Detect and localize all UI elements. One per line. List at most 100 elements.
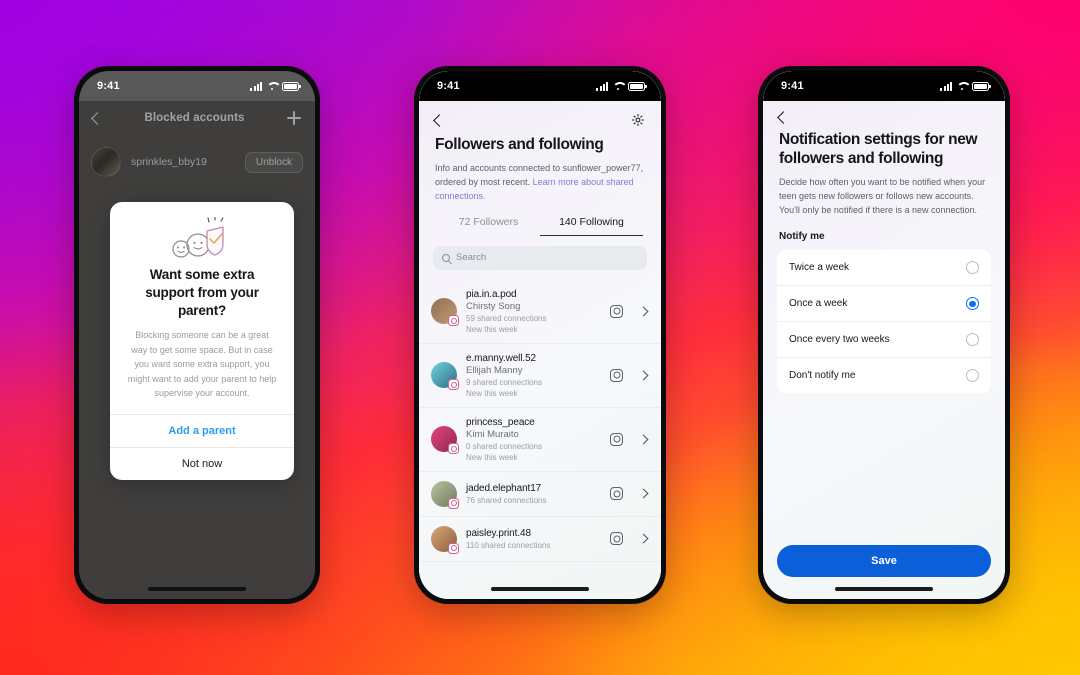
instagram-badge-icon	[448, 315, 459, 327]
list-item[interactable]: e.manny.well.52 Ellijah Manny 9 shared c…	[419, 344, 661, 408]
not-now-button[interactable]: Not now	[110, 447, 294, 480]
search-icon	[442, 253, 450, 262]
chevron-right-icon[interactable]	[638, 434, 649, 445]
dialog-body-text: Blocking someone can be a great way to g…	[127, 330, 277, 398]
phone-followers-and-following: Followers and following Info and account…	[414, 66, 666, 604]
add-a-parent-button[interactable]: Add a parent	[110, 414, 294, 447]
account-username: pia.in.a.pod	[466, 288, 517, 300]
chevron-right-icon[interactable]	[638, 370, 649, 381]
back-chevron-icon[interactable]	[777, 111, 790, 124]
radio-button[interactable]	[966, 369, 979, 383]
section-label: Notify me	[779, 231, 825, 243]
instagram-icon	[610, 304, 623, 318]
tab-followers[interactable]: 72 Followers	[437, 216, 540, 236]
page-subtitle: Decide how often you want to be notified…	[779, 176, 986, 216]
new-this-week-note: New this week	[466, 388, 518, 398]
option-dont-notify-me[interactable]: Don't notify me	[777, 358, 991, 393]
wifi-icon	[266, 82, 278, 91]
instagram-icon	[610, 487, 623, 501]
shared-connections: 0 shared connections	[466, 441, 543, 451]
tab-bar: 72 Followers 140 Following	[419, 216, 661, 236]
radio-button-selected[interactable]	[966, 297, 979, 311]
avatar	[431, 525, 459, 554]
cellular-signal-icon	[250, 81, 262, 91]
option-once-every-two-weeks[interactable]: Once every two weeks	[777, 322, 991, 359]
phone-blocked-accounts: 9:41 Blocked accounts sprinkles_bby19 Un…	[74, 66, 320, 604]
status-bar: 9:41	[419, 71, 661, 101]
account-username: jaded.elephant17	[466, 482, 542, 494]
poster-stage: 9:41 Blocked accounts sprinkles_bby19 Un…	[0, 0, 1080, 675]
avatar	[431, 298, 459, 327]
option-once-a-week[interactable]: Once a week	[777, 286, 991, 323]
account-info: princess_peace Kimi Muraito 0 shared con…	[466, 417, 601, 462]
instagram-icon	[610, 532, 623, 546]
shared-connections: 9 shared connections	[466, 377, 543, 387]
page-title: Notification settings for new followers …	[779, 131, 978, 167]
home-indicator	[491, 587, 589, 591]
status-time: 9:41	[97, 80, 120, 92]
top-bar	[419, 101, 661, 131]
list-item[interactable]: princess_peace Kimi Muraito 0 shared con…	[419, 408, 661, 472]
chevron-right-icon[interactable]	[638, 533, 649, 544]
account-username: paisley.print.48	[466, 527, 531, 539]
instagram-icon	[610, 368, 623, 382]
tab-following[interactable]: 140 Following	[540, 216, 643, 236]
gear-icon[interactable]	[631, 113, 645, 127]
phone-notification-settings: Notification settings for new followers …	[758, 66, 1010, 604]
back-chevron-icon[interactable]	[433, 113, 446, 127]
status-icons	[596, 81, 647, 91]
option-label: Twice a week	[789, 262, 850, 274]
option-label: Once a week	[789, 298, 848, 310]
notification-settings-page: Notification settings for new followers …	[763, 71, 1005, 599]
battery-icon	[972, 81, 991, 91]
list-item[interactable]: paisley.print.48 110 shared connections	[419, 517, 661, 562]
notify-frequency-options: Twice a week Once a week Once every two …	[777, 250, 991, 394]
option-twice-a-week[interactable]: Twice a week	[777, 250, 991, 287]
status-icons	[250, 81, 301, 91]
account-list: pia.in.a.pod Chirsty Song 59 shared conn…	[419, 280, 661, 562]
dialog-body: Want some extra support from your parent…	[110, 202, 294, 414]
page-subtitle: Info and accounts connected to sunflower…	[419, 155, 661, 204]
status-icons	[940, 81, 991, 91]
battery-icon	[628, 81, 647, 91]
option-label: Once every two weeks	[789, 334, 890, 346]
faces-with-shield-icon	[126, 216, 278, 262]
home-indicator	[835, 587, 933, 591]
status-time: 9:41	[437, 80, 460, 92]
option-label: Don't notify me	[789, 370, 856, 382]
account-username: princess_peace	[466, 416, 535, 428]
account-fullname: Ellijah Manny	[466, 364, 523, 376]
phone2-screen: Followers and following Info and account…	[419, 71, 661, 599]
new-this-week-note: New this week	[466, 452, 518, 462]
chevron-right-icon[interactable]	[638, 306, 649, 317]
account-info: paisley.print.48 110 shared connections	[466, 528, 601, 550]
status-bar: 9:41	[763, 71, 1005, 101]
shared-connections: 76 shared connections	[466, 495, 547, 505]
cellular-signal-icon	[596, 81, 608, 91]
wifi-icon	[956, 82, 968, 91]
list-item[interactable]: pia.in.a.pod Chirsty Song 59 shared conn…	[419, 280, 661, 344]
battery-icon	[282, 81, 301, 91]
avatar	[431, 362, 459, 391]
instagram-badge-icon	[448, 443, 459, 455]
account-username: e.manny.well.52	[466, 352, 537, 364]
avatar	[431, 480, 459, 509]
account-fullname: Kimi Muraito	[466, 428, 519, 440]
page-title: Followers and following	[435, 136, 604, 153]
radio-button[interactable]	[966, 261, 979, 275]
wifi-icon	[612, 82, 624, 91]
phone1-screen: 9:41 Blocked accounts sprinkles_bby19 Un…	[79, 71, 315, 599]
shared-connections: 59 shared connections	[466, 313, 547, 323]
account-fullname: Chirsty Song	[466, 300, 521, 312]
top-bar	[763, 101, 1005, 126]
chevron-right-icon[interactable]	[638, 488, 649, 499]
new-this-week-note: New this week	[466, 324, 518, 334]
radio-button[interactable]	[966, 333, 979, 347]
instagram-icon	[610, 432, 623, 446]
avatar	[431, 426, 459, 455]
dialog-heading: Want some extra support from your parent…	[145, 267, 259, 318]
save-button[interactable]: Save	[777, 545, 991, 577]
followers-page: Followers and following Info and account…	[419, 71, 661, 599]
search-input[interactable]: Search	[433, 245, 647, 270]
list-item[interactable]: jaded.elephant17 76 shared connections	[419, 472, 661, 517]
